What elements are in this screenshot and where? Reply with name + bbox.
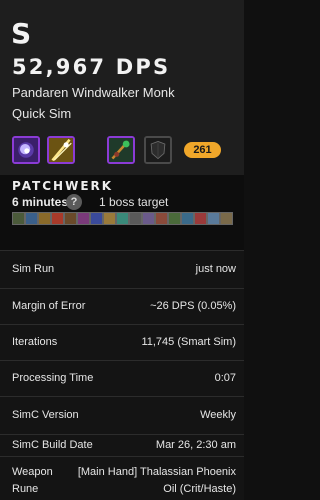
grade-letter: S: [11, 17, 32, 50]
stat-label: Rune: [12, 483, 39, 495]
stat-value: 0:07: [214, 372, 236, 384]
stat-row-processing-time: Processing Time 0:07: [0, 360, 244, 396]
stat-label: Margin of Error: [12, 300, 86, 312]
fight-style-title: PATCHWERK: [12, 179, 114, 193]
buff-14-icon[interactable]: [181, 212, 194, 225]
stat-value: ~26 DPS (0.05%): [150, 300, 236, 312]
item-level-badge: 261: [184, 142, 221, 158]
stat-value: Weekly: [200, 409, 236, 421]
stat-row-simc-version: SimC Version Weekly: [0, 396, 244, 434]
buff-8-icon[interactable]: [103, 212, 116, 225]
buff-12-icon[interactable]: [155, 212, 168, 225]
character-spec: Pandaren Windwalker Monk: [12, 85, 175, 100]
stat-row-simc-build-date: SimC Build Date Mar 26, 2:30 am: [0, 434, 244, 456]
stat-row-sim-run: Sim Run just now: [0, 250, 244, 288]
buff-9-icon[interactable]: [116, 212, 129, 225]
dark-shield-icon[interactable]: [144, 136, 172, 164]
stat-value: Mar 26, 2:30 am: [155, 439, 236, 451]
sim-type: Quick Sim: [12, 106, 72, 121]
help-icon[interactable]: ?: [66, 194, 82, 210]
buff-2-icon[interactable]: [25, 212, 38, 225]
buff-13-icon[interactable]: [168, 212, 181, 225]
stat-value: 11,745 (Smart Sim): [141, 336, 236, 348]
buff-15-icon[interactable]: [194, 212, 207, 225]
stat-row-iterations: Iterations 11,745 (Smart Sim): [0, 324, 244, 360]
dragon-staff-icon[interactable]: [107, 136, 135, 164]
buff-3-icon[interactable]: [38, 212, 51, 225]
fight-length: 6 minutes: [12, 195, 69, 209]
stat-row-margin-of-error: Margin of Error ~26 DPS (0.05%): [0, 288, 244, 324]
buff-5-icon[interactable]: [64, 212, 77, 225]
stat-label: Sim Run: [12, 263, 55, 275]
stat-value: just now: [195, 263, 236, 275]
storm-strike-icon[interactable]: [47, 136, 75, 164]
buff-17-icon[interactable]: [220, 212, 233, 225]
buff-10-icon[interactable]: [129, 212, 142, 225]
dps-value: 52,967 DPS: [12, 55, 171, 79]
buff-7-icon[interactable]: [90, 212, 103, 225]
fight-style-panel: PATCHWERK 6 minutes ? 1 boss target: [0, 175, 244, 250]
stat-value: Oil (Crit/Haste): [163, 483, 236, 495]
buff-16-icon[interactable]: [207, 212, 220, 225]
stat-label: Iterations: [12, 336, 58, 348]
stat-label: SimC Version: [12, 409, 79, 421]
buff-1-icon[interactable]: [12, 212, 25, 225]
sim-result-header: S 52,967 DPS Pandaren Windwalker Monk Qu…: [0, 0, 244, 175]
stat-value: [Main Hand] Thalassian Phoenix: [77, 466, 236, 478]
stat-label: Processing Time: [12, 372, 94, 384]
fight-targets: 1 boss target: [99, 195, 169, 209]
buff-4-icon[interactable]: [51, 212, 64, 225]
stat-label: Weapon: [12, 466, 53, 478]
buff-11-icon[interactable]: [142, 212, 155, 225]
stat-row-weapon-rune: Weapon Rune [Main Hand] Thalassian Phoen…: [0, 456, 244, 500]
weapon-gem-icon[interactable]: [12, 136, 40, 164]
stat-label: SimC Build Date: [12, 439, 93, 451]
buff-6-icon[interactable]: [77, 212, 90, 225]
